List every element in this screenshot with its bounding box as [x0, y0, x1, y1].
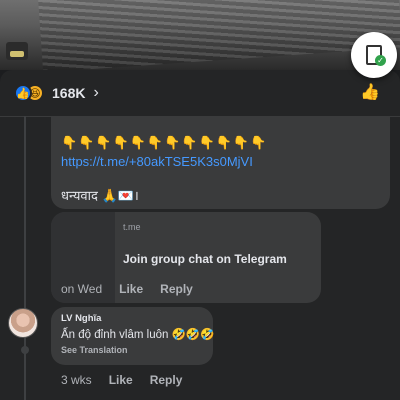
- channel-logo-icon: [6, 42, 28, 60]
- reply-button[interactable]: Reply: [160, 282, 193, 296]
- avatar[interactable]: [8, 308, 38, 338]
- check-badge-icon: ✓: [375, 55, 386, 66]
- reply-author[interactable]: LV Nghĩa: [61, 313, 203, 324]
- link-preview-title: Join group chat on Telegram: [123, 252, 287, 266]
- comment-time: on Wed: [61, 282, 103, 296]
- like-post-icon[interactable]: 👍: [360, 82, 380, 102]
- comment-pointers: 👇👇👇👇👇👇👇👇👇👇👇👇: [61, 135, 268, 150]
- thread-connector: [21, 346, 29, 354]
- reply-reply-button[interactable]: Reply: [150, 373, 183, 387]
- like-button[interactable]: Like: [119, 282, 143, 296]
- reaction-count: 168K: [52, 85, 86, 101]
- link-preview-domain: t.me: [123, 222, 141, 232]
- reply-text: Ấn độ đỉnh vlâm luôn 🤣🤣🤣: [61, 329, 215, 341]
- like-reaction-icon: 👍: [14, 84, 32, 102]
- telegram-link[interactable]: https://t.me/+80akTSE5K3s0MjVI: [61, 154, 380, 169]
- comment-actions: on Wed Like Reply: [61, 282, 193, 296]
- reply-time: 3 wks: [61, 373, 92, 387]
- comment-thanks-text: धन्यवाद 🙏💌।: [61, 188, 139, 203]
- clipboard-button[interactable]: ✓: [351, 32, 397, 78]
- reaction-summary[interactable]: 👍 😆 168K ›: [0, 70, 400, 116]
- media-preview[interactable]: [0, 0, 400, 70]
- comments-sheet: 👍 😆 168K › 👍 👇👇👇👇👇👇👇👇👇👇👇👇 https://t.me/+…: [0, 70, 400, 400]
- reply-bubble: LV Nghĩa Ấn độ đỉnh vlâm luôn 🤣🤣🤣 See Tr…: [51, 307, 215, 365]
- comment-bubble: 👇👇👇👇👇👇👇👇👇👇👇👇 https://t.me/+80akTSE5K3s0M…: [51, 117, 390, 209]
- thread-line: [24, 116, 26, 400]
- chevron-right-icon: ›: [93, 84, 99, 101]
- see-translation-link[interactable]: See Translation: [61, 345, 203, 355]
- clipboard-icon: ✓: [366, 45, 386, 66]
- reply-like-button[interactable]: Like: [109, 373, 133, 387]
- media-image: [37, 0, 400, 70]
- reply-actions: 3 wks Like Reply: [61, 373, 182, 387]
- reaction-icons: 👍 😆: [14, 84, 46, 102]
